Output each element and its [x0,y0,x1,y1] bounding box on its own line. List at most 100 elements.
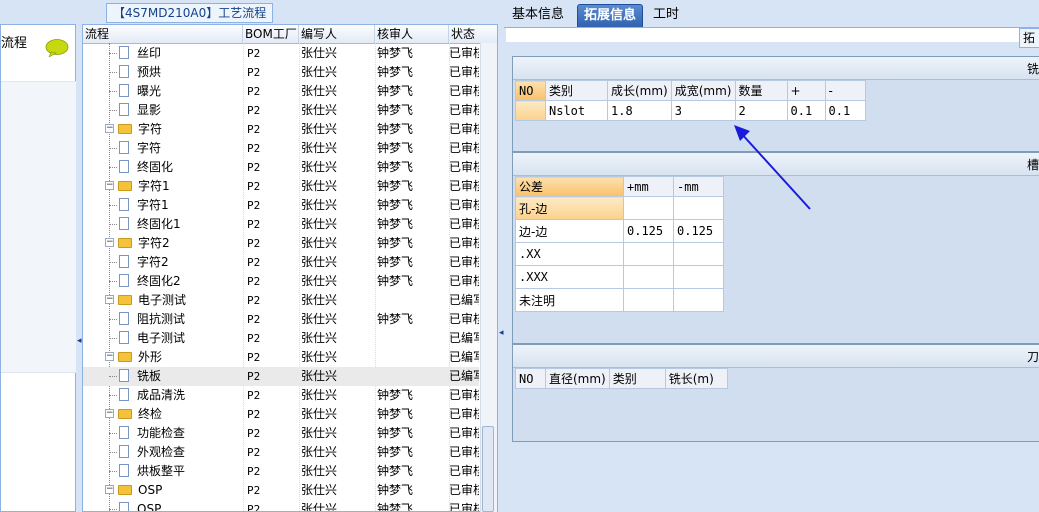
tol-cell-minus[interactable] [673,288,724,312]
tree-node[interactable]: 成品清洗 [109,386,185,405]
mill-col-plus[interactable]: + [786,80,826,101]
chat-bubble-icon[interactable] [45,39,69,57]
mill-cell-qty[interactable]: 2 [734,100,788,121]
table-row[interactable]: 未注明 [515,288,724,312]
tree-row[interactable]: 外观检查 P2 张仕兴 钟梦飞 已审核 [83,443,479,462]
tree-node[interactable]: 功能检查 [109,424,185,443]
tree-row[interactable]: − 字符1 P2 张仕兴 钟梦飞 已审核 [83,177,479,196]
table-row[interactable]: Nslot 1.8 3 2 0.1 0.1 [515,100,866,121]
table-row[interactable]: .XX [515,242,724,266]
tree-node[interactable]: 终固化 [109,158,173,177]
tree-row[interactable]: 字符2 P2 张仕兴 钟梦飞 已审核 [83,253,479,272]
tree-row[interactable]: − 终检 P2 张仕兴 钟梦飞 已审核 [83,405,479,424]
tree-row[interactable]: 阻抗测试 P2 张仕兴 钟梦飞 已审核 [83,310,479,329]
mill-col-width[interactable]: 成宽(mm) [670,80,736,101]
tree-node[interactable]: 显影 [109,101,161,120]
mill-col-no[interactable]: NO [515,80,546,101]
tol-col-name[interactable]: 公差 [515,176,624,197]
tol-cell-plus[interactable] [623,242,674,266]
collapse-toggle-icon[interactable]: − [105,352,114,361]
mill-cell-plus[interactable]: 0.1 [786,100,826,121]
tree-node[interactable]: 丝印 [109,44,161,63]
mill-col-length[interactable]: 成长(mm) [607,80,672,101]
tree-row[interactable]: 终固化2 P2 张仕兴 钟梦飞 已审核 [83,272,479,291]
tol-col-plus[interactable]: +mm [623,176,674,197]
tree-row[interactable]: 终固化1 P2 张仕兴 钟梦飞 已审核 [83,215,479,234]
mill-col-type[interactable]: 类别 [545,80,608,101]
tree-node[interactable]: 终固化2 [109,272,181,291]
collapse-toggle-icon[interactable]: − [105,409,114,418]
tree-node[interactable]: 电子测试 [109,329,185,348]
tree-node[interactable]: − 电子测试 [105,291,186,310]
tol-cell-name[interactable]: 孔-边 [515,196,624,220]
collapse-toggle-icon[interactable]: − [105,124,114,133]
right-splitter[interactable]: ◂ [498,0,504,512]
tree-node[interactable]: OSP [109,500,161,511]
tree-node[interactable]: 预烘 [109,63,161,82]
tol-cell-minus[interactable] [673,196,724,220]
tol-cell-name[interactable]: 边-边 [515,219,624,243]
tol-cell-minus[interactable] [673,265,724,289]
mill-cell-length[interactable]: 1.8 [607,100,672,121]
tree-row[interactable]: 铣板 P2 张仕兴 已编写 [83,367,479,386]
tol-cell-plus[interactable]: 0.125 [623,219,674,243]
tree-node[interactable]: − 外形 [105,348,162,367]
tree-row[interactable]: − 外形 P2 张仕兴 已编写 [83,348,479,367]
col-process-header[interactable]: 流程 [83,25,243,43]
table-row[interactable]: 孔-边 [515,196,724,220]
col-status-header[interactable]: 状态 [449,25,497,43]
tree-row[interactable]: 功能检查 P2 张仕兴 钟梦飞 已审核 [83,424,479,443]
tree-row[interactable]: 曝光 P2 张仕兴 钟梦飞 已审核 [83,82,479,101]
collapse-toggle-icon[interactable]: − [105,238,114,247]
tree-scrollbar-thumb[interactable] [482,426,494,512]
tool-col-diameter[interactable]: 直径(mm) [545,368,610,389]
tree-row[interactable]: 电子测试 P2 张仕兴 已编写 [83,329,479,348]
tree-row[interactable]: 终固化 P2 张仕兴 钟梦飞 已审核 [83,158,479,177]
table-row[interactable]: 边-边 0.125 0.125 [515,219,724,243]
tree-node[interactable]: − 终检 [105,405,162,424]
tab-basic-info[interactable]: 基本信息 [506,4,570,27]
collapse-toggle-icon[interactable]: − [105,181,114,190]
table-row[interactable]: .XXX [515,265,724,289]
tree-node[interactable]: − 字符1 [105,177,170,196]
tree-node[interactable]: − 字符2 [105,234,170,253]
tree-node[interactable]: 终固化1 [109,215,181,234]
collapse-toggle-icon[interactable]: − [105,485,114,494]
mill-cell-minus[interactable]: 0.1 [824,100,866,121]
mill-cell-no[interactable] [515,100,546,121]
tree-row[interactable]: 成品清洗 P2 张仕兴 钟梦飞 已审核 [83,386,479,405]
collapse-toggle-icon[interactable]: − [105,295,114,304]
mill-col-minus[interactable]: - [824,80,866,101]
tool-col-mill-length[interactable]: 铣长(m) [664,368,728,389]
tol-cell-name[interactable]: .XX [515,242,624,266]
mill-col-qty[interactable]: 数量 [734,80,788,101]
tab-work-hours[interactable]: 工时 [647,4,685,27]
tree-row[interactable]: − OSP P2 张仕兴 钟梦飞 已审核 [83,481,479,500]
tree-row[interactable]: 显影 P2 张仕兴 钟梦飞 已审核 [83,101,479,120]
tree-row[interactable]: OSP P2 张仕兴 钟梦飞 已审核 [83,500,479,511]
mill-cell-width[interactable]: 3 [670,100,736,121]
tree-node[interactable]: 字符1 [109,196,169,215]
tol-cell-name[interactable]: 未注明 [515,288,624,312]
tree-node[interactable]: 曝光 [109,82,161,101]
tool-col-type[interactable]: 类别 [608,368,666,389]
tool-col-no[interactable]: NO [515,368,546,389]
mill-cell-type[interactable]: Nslot [545,100,608,121]
col-reviewer-header[interactable]: 核审人 [375,25,449,43]
tree-node[interactable]: − 字符 [105,120,162,139]
tree-row[interactable]: 烘板整平 P2 张仕兴 钟梦飞 已审核 [83,462,479,481]
tree-node[interactable]: 烘板整平 [109,462,185,481]
tree-row[interactable]: 预烘 P2 张仕兴 钟梦飞 已审核 [83,63,479,82]
tree-node[interactable]: 字符2 [109,253,169,272]
col-bom-header[interactable]: BOM工厂 [243,25,299,43]
tree-node[interactable]: 阻抗测试 [109,310,185,329]
tree-row[interactable]: 字符 P2 张仕兴 钟梦飞 已审核 [83,139,479,158]
tree-node[interactable]: 铣板 [109,367,161,386]
tree-row[interactable]: 丝印 P2 张仕兴 钟梦飞 已审核 [83,44,479,63]
tol-cell-minus[interactable] [673,242,724,266]
tree-row[interactable]: − 字符2 P2 张仕兴 钟梦飞 已审核 [83,234,479,253]
tol-col-minus[interactable]: -mm [673,176,724,197]
tree-node[interactable]: 外观检查 [109,443,185,462]
tree-node[interactable]: 字符 [109,139,161,158]
tol-cell-plus[interactable] [623,288,674,312]
